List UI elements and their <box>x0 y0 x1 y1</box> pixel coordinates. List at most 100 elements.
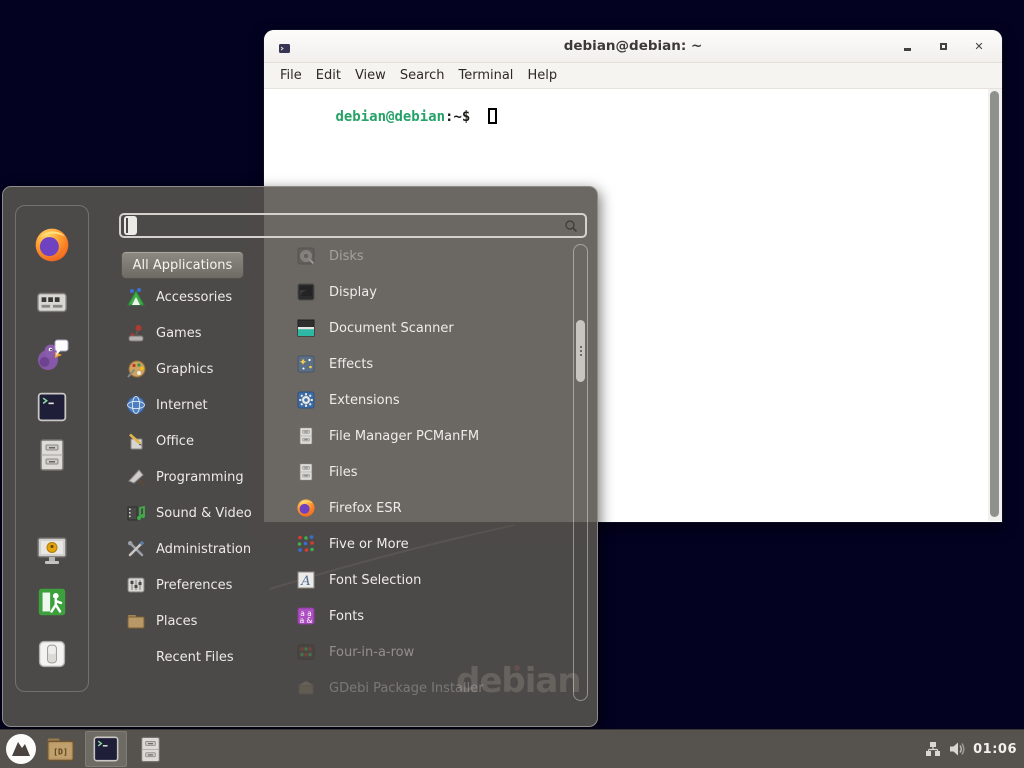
category-places[interactable]: Places <box>113 603 281 639</box>
terminal-menu-file[interactable]: File <box>273 65 309 86</box>
app-extensions[interactable]: Extensions <box>285 382 571 418</box>
category-label: Places <box>156 614 197 629</box>
category-sound-video[interactable]: Sound & Video <box>113 495 281 531</box>
app-firefox-esr[interactable]: Firefox ESR <box>285 490 571 526</box>
terminal-mini-icon <box>278 40 291 53</box>
favorite-file-cabinet[interactable] <box>34 437 70 473</box>
app-document-scanner[interactable]: Document Scanner <box>285 310 571 346</box>
terminal-scrollbar[interactable] <box>988 89 1002 521</box>
app-disks[interactable]: Disks <box>285 238 571 274</box>
maximize-button[interactable] <box>936 40 950 54</box>
category-office[interactable]: Office <box>113 423 281 459</box>
fonts-icon: a aa & <box>295 605 317 627</box>
app-label: Fonts <box>329 609 364 624</box>
terminal-icon <box>36 391 68 423</box>
preferences-icon <box>125 574 147 596</box>
terminal-menu-search[interactable]: Search <box>393 65 452 86</box>
prompt-suffix: :~$ <box>445 109 479 125</box>
terminal-menu-view[interactable]: View <box>348 65 393 86</box>
favorite-logout[interactable] <box>35 585 69 619</box>
app-label: Extensions <box>329 393 400 408</box>
terminal-titlebar[interactable]: debian@debian: ~ ✕ <box>264 30 1002 63</box>
taskbar-file-cabinet[interactable] <box>136 735 165 764</box>
svg-text:a &: a & <box>300 616 313 625</box>
firefox-icon <box>33 226 71 264</box>
terminal-menu-terminal[interactable]: Terminal <box>451 65 520 86</box>
menu-scrollbar[interactable] <box>573 244 588 701</box>
app-files[interactable]: Files <box>285 454 571 490</box>
taskbar-launchers: [D] <box>0 730 165 768</box>
menu-scrollbar-thumb[interactable] <box>576 320 585 382</box>
app-label: Firefox ESR <box>329 501 402 516</box>
category-games[interactable]: Games <box>113 315 281 351</box>
terminal-menu-help[interactable]: Help <box>520 65 564 86</box>
extensions-icon <box>295 389 317 411</box>
volume-icon[interactable] <box>948 740 966 758</box>
app-font-selection[interactable]: AFont Selection <box>285 562 571 598</box>
category-label: Internet <box>156 398 208 413</box>
favorite-terminal[interactable] <box>36 391 68 423</box>
app-display[interactable]: Display <box>285 274 571 310</box>
category-administration[interactable]: Administration <box>113 531 281 567</box>
screen: debian debian@debian: ~ ✕ FileEditViewSe… <box>0 0 1024 768</box>
maximize-icon <box>940 43 947 50</box>
window-title: debian@debian: ~ <box>264 38 1002 54</box>
app-fonts[interactable]: a aa & Fonts <box>285 598 571 634</box>
effects-icon <box>295 353 317 375</box>
search-icon <box>563 218 579 238</box>
app-file-manager-pcmanfm[interactable]: File Manager PCManFM <box>285 418 571 454</box>
internet-icon <box>125 394 147 416</box>
app-label: Disks <box>329 249 364 264</box>
category-label: Preferences <box>156 578 232 593</box>
close-icon: ✕ <box>974 41 983 52</box>
gdebi-icon <box>295 677 317 699</box>
menu-search-box <box>119 213 587 238</box>
programming-icon <box>125 466 147 488</box>
terminal-menu-edit[interactable]: Edit <box>309 65 348 86</box>
favorite-lock-screen[interactable] <box>34 532 70 568</box>
favorite-keyboard[interactable] <box>35 285 69 319</box>
sound-video-icon <box>125 502 147 524</box>
app-label: GDebi Package Installer <box>329 681 484 696</box>
taskbar-terminal-active[interactable] <box>85 731 127 767</box>
search-caret-block <box>124 216 137 235</box>
logout-icon <box>35 585 69 619</box>
category-graphics[interactable]: Graphics <box>113 351 281 387</box>
category-label: Administration <box>156 542 251 557</box>
shell-prompt: debian@debian:~$ <box>268 92 497 141</box>
terminal-cursor <box>488 108 497 124</box>
five-or-more-icon <box>295 533 317 555</box>
app-label: File Manager PCManFM <box>329 429 479 444</box>
application-menu: All Applications AccessoriesGamesGraphic… <box>2 186 598 727</box>
category-accessories[interactable]: Accessories <box>113 279 281 315</box>
network-icon[interactable] <box>925 741 941 757</box>
taskbar-folder-d[interactable]: [D] <box>45 734 76 765</box>
firefox-icon <box>295 497 317 519</box>
app-effects[interactable]: Effects <box>285 346 571 382</box>
app-four-in-a-row[interactable]: Four-in-a-row <box>285 634 571 670</box>
category-list: AccessoriesGamesGraphics Internet Office Pr… <box>113 279 281 675</box>
menu-launcher-button[interactable] <box>5 733 37 765</box>
category-label: Office <box>156 434 194 449</box>
app-gdebi-package-installer[interactable]: GDebi Package Installer <box>285 670 571 706</box>
menu-search-input[interactable] <box>121 215 585 236</box>
all-applications-button[interactable]: All Applications <box>121 251 244 279</box>
minimize-button[interactable] <box>900 40 914 54</box>
category-programming[interactable]: Programming <box>113 459 281 495</box>
svg-text:[D]: [D] <box>53 746 68 756</box>
system-tray: 01:06 <box>925 740 1024 758</box>
display-icon <box>295 281 317 303</box>
category-internet[interactable]: Internet <box>113 387 281 423</box>
pidgin-icon <box>34 337 70 373</box>
keyboard-icon <box>35 285 69 319</box>
category-preferences[interactable]: Preferences <box>113 567 281 603</box>
app-five-or-more[interactable]: Five or More <box>285 526 571 562</box>
category-label: Sound & Video <box>156 506 252 521</box>
close-button[interactable]: ✕ <box>972 40 986 54</box>
favorite-firefox[interactable] <box>33 226 71 264</box>
terminal-scrollbar-thumb[interactable] <box>990 91 999 517</box>
icon-placeholder <box>125 646 147 668</box>
favorite-shutdown[interactable] <box>36 638 68 670</box>
favorite-pidgin[interactable] <box>34 337 70 373</box>
category-recent-files[interactable]: Recent Files <box>113 639 281 675</box>
